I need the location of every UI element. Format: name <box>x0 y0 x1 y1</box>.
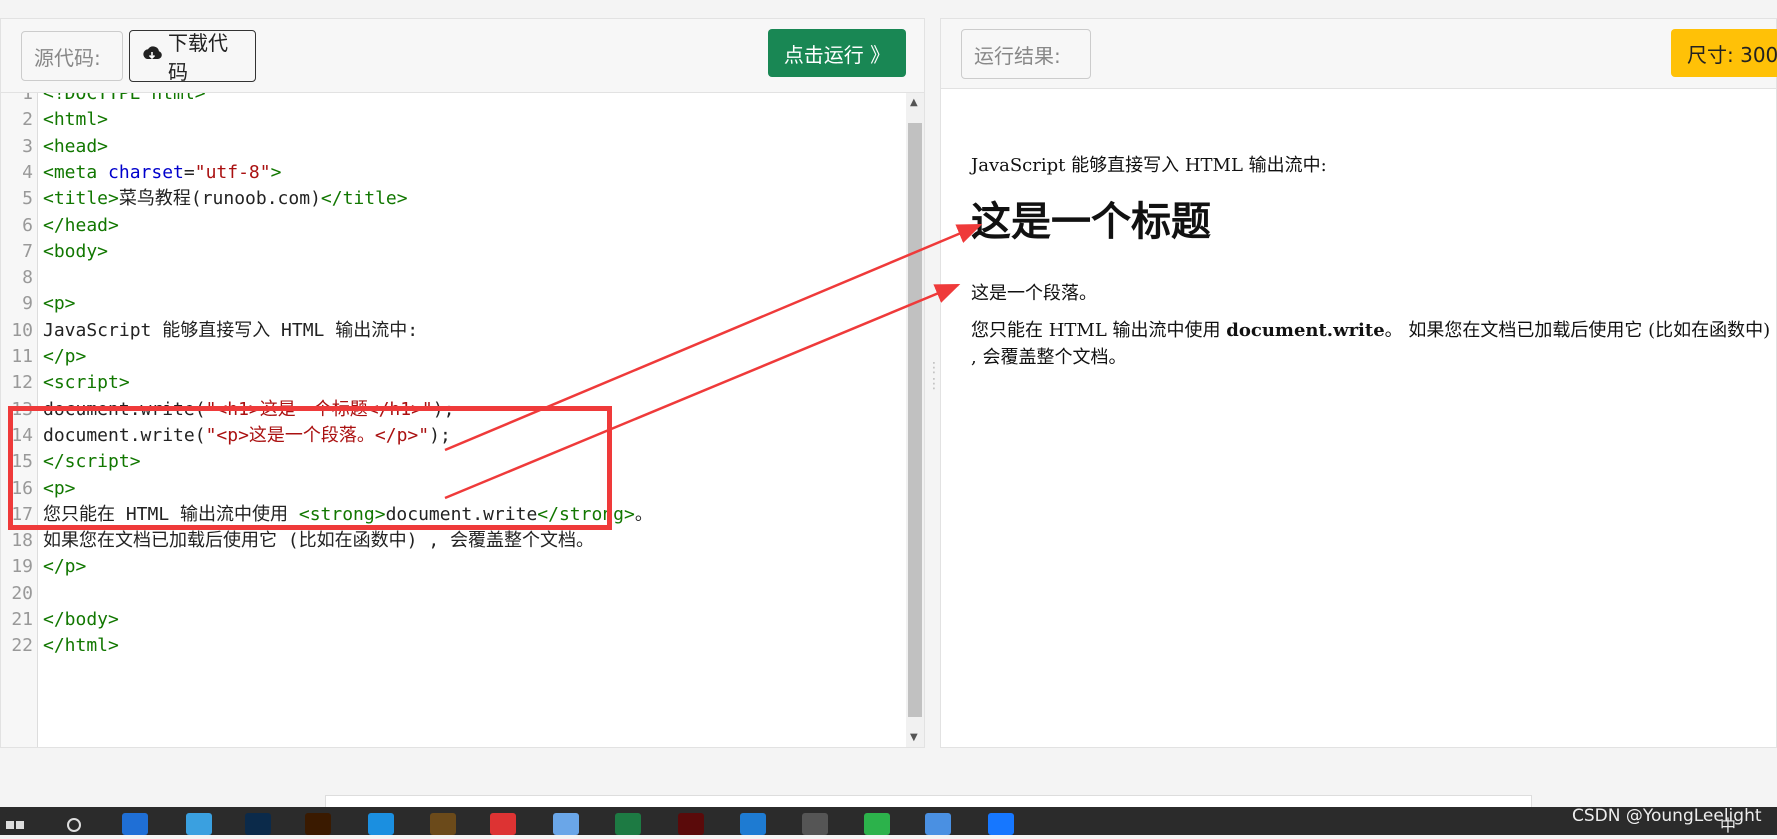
sublime-icon[interactable] <box>430 813 456 835</box>
acrobat-icon[interactable] <box>678 813 704 835</box>
illustrator-icon[interactable] <box>305 813 331 835</box>
annotation-arrows <box>444 223 983 500</box>
notepad-icon[interactable] <box>553 813 579 835</box>
photoshop-icon[interactable] <box>245 813 271 835</box>
input-method-indicator[interactable]: 中 <box>1720 812 1736 836</box>
feather-icon[interactable] <box>925 813 951 835</box>
excel-icon[interactable] <box>615 813 641 835</box>
app-icon[interactable] <box>988 813 1014 835</box>
os-taskbar <box>0 807 1777 835</box>
windows-start-icon[interactable] <box>4 813 30 835</box>
edge-icon[interactable] <box>368 813 394 835</box>
vscode-icon[interactable] <box>740 813 766 835</box>
drive-icon[interactable] <box>186 813 212 835</box>
terminal-icon[interactable] <box>802 813 828 835</box>
search-icon[interactable] <box>64 813 90 835</box>
arrow-to-heading <box>444 223 983 452</box>
wechat-icon[interactable] <box>864 813 890 835</box>
arrow-to-paragraph <box>444 283 961 500</box>
store-icon[interactable] <box>122 813 148 835</box>
chrome-icon[interactable] <box>490 813 516 835</box>
